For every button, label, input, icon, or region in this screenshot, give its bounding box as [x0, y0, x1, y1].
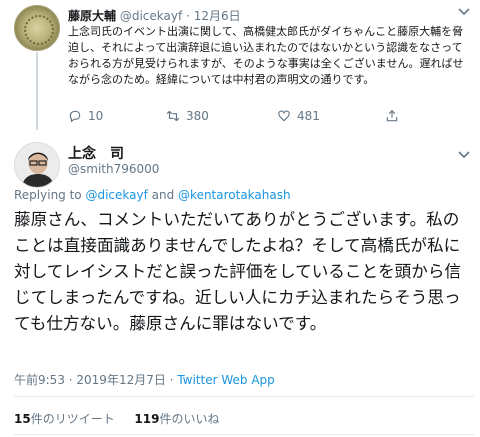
- retweet-label: 件のリツイート: [30, 412, 115, 426]
- user-handle[interactable]: @dicekayf: [120, 9, 182, 23]
- avatar[interactable]: [14, 142, 60, 188]
- retweet-button[interactable]: 380: [166, 109, 209, 123]
- replying-prefix: Replying to: [14, 188, 86, 202]
- heart-icon: [278, 110, 290, 122]
- tweet-text: 藤原さん、コメントいただいてありがとうございます。私のことは直接面識ありませんで…: [14, 210, 462, 333]
- like-count: 481: [297, 109, 320, 123]
- thread-connector-line: [36, 52, 38, 130]
- like-count: 119: [134, 412, 160, 426]
- dot-separator: ·: [186, 9, 190, 23]
- display-name[interactable]: 藤原大輔: [68, 9, 116, 23]
- retweet-count: 380: [186, 109, 209, 123]
- meta-separator: ·: [165, 373, 178, 387]
- like-button[interactable]: 481: [277, 109, 320, 123]
- tweet-date[interactable]: 12月6日: [194, 9, 241, 23]
- parent-tweet[interactable]: 藤原大輔 @dicekayf · 12月6日 上念司氏のイベント出演に関して、高…: [0, 0, 480, 133]
- reply-icon: [69, 110, 81, 123]
- avatar[interactable]: [14, 5, 60, 51]
- tweet-date[interactable]: 2019年12月7日: [76, 373, 165, 387]
- tweet-source-link[interactable]: Twitter Web App: [177, 373, 274, 387]
- replying-and: and: [147, 188, 179, 202]
- share-icon: [386, 109, 398, 122]
- tweet-actions: 10 380 481: [68, 109, 468, 125]
- reply-count: 10: [88, 109, 104, 123]
- retweet-stat-link[interactable]: 15件のリツイート: [14, 412, 115, 426]
- share-button[interactable]: [385, 109, 399, 123]
- user-handle[interactable]: @smith796000: [68, 162, 159, 176]
- display-name[interactable]: 上念 司: [68, 143, 124, 163]
- tweet-time[interactable]: 午前9:53: [14, 373, 65, 387]
- mention-link-1[interactable]: @dicekayf: [85, 188, 147, 202]
- divider: [14, 396, 474, 397]
- replying-to: Replying to @dicekayf and @kentarotakaha…: [14, 188, 291, 202]
- mention-link-2[interactable]: @kentarotakahash: [178, 188, 291, 202]
- tweet-metadata: 午前9:53 · 2019年12月7日 · Twitter Web App: [14, 371, 275, 388]
- chevron-down-icon[interactable]: [458, 6, 470, 19]
- engagement-stats: 15件のリツイート 119件のいいね: [14, 410, 219, 427]
- chevron-down-icon[interactable]: [458, 149, 470, 162]
- retweet-count: 15: [14, 412, 31, 426]
- reply-button[interactable]: 10: [68, 109, 103, 123]
- like-label: 件のいいね: [159, 412, 220, 426]
- retweet-icon: [166, 110, 180, 122]
- tweet-header: 藤原大輔 @dicekayf · 12月6日: [68, 7, 241, 24]
- divider: [14, 434, 474, 435]
- tweet-text: 上念司氏のイベント出演に関して、高橋健太郎氏がダイちゃんこと藤原大輔を脅迫し、そ…: [68, 25, 464, 86]
- meta-separator: ·: [64, 373, 77, 387]
- like-stat-link[interactable]: 119件のいいね: [134, 412, 219, 426]
